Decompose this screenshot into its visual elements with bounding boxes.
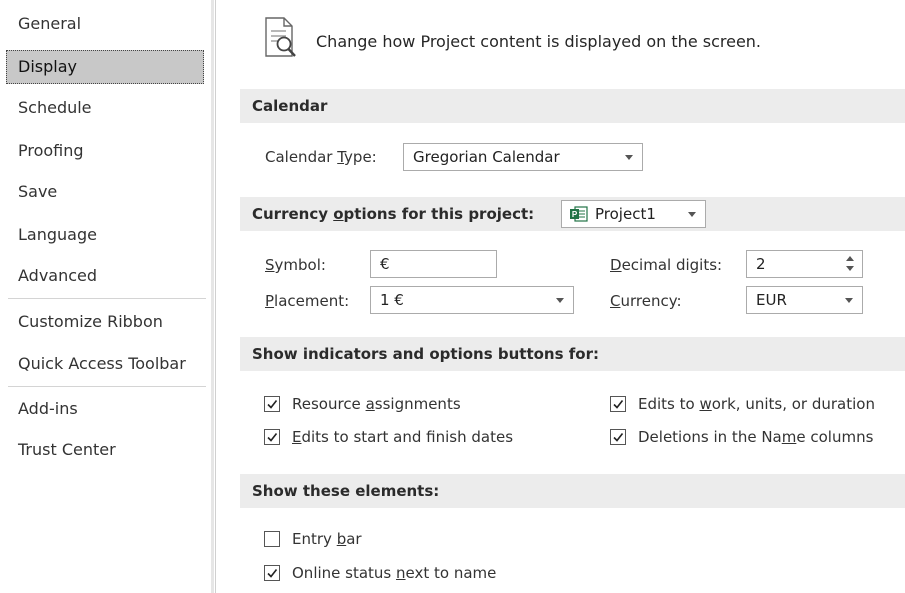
display-options-panel: Change how Project content is displayed … [216, 0, 905, 593]
currency-value: EUR [756, 291, 787, 309]
edits-start-finish-checkbox[interactable] [264, 429, 280, 445]
chevron-down-icon [625, 155, 633, 160]
chevron-down-icon [688, 212, 696, 217]
project-file-icon: P [570, 206, 588, 222]
sidebar-divider [8, 298, 206, 299]
svg-text:P: P [572, 210, 578, 219]
calendar-section-header: Calendar [240, 89, 905, 123]
sidebar-divider [8, 386, 206, 387]
sidebar-item-save[interactable]: Save [6, 175, 204, 209]
decimal-digits-stepper[interactable]: 2 [746, 250, 863, 278]
sidebar-item-schedule[interactable]: Schedule [6, 91, 204, 125]
calendar-type-label: Calendar Type: [265, 148, 377, 166]
spin-arrows-icon[interactable] [846, 256, 854, 272]
document-magnifier-icon [265, 17, 296, 57]
placement-dropdown[interactable]: 1 € [370, 286, 574, 314]
currency-label: Currency: [610, 292, 682, 310]
entry-bar-label: Entry bar [292, 530, 362, 548]
entry-bar-checkbox[interactable] [264, 531, 280, 547]
sidebar-item-quick-access-toolbar[interactable]: Quick Access Toolbar [6, 347, 204, 381]
calendar-type-dropdown[interactable]: Gregorian Calendar [403, 143, 643, 171]
edits-work-units-checkbox[interactable] [610, 396, 626, 412]
currency-project-value: Project1 [595, 205, 656, 223]
symbol-value: € [380, 255, 390, 273]
chevron-down-icon [845, 298, 853, 303]
calendar-type-value: Gregorian Calendar [413, 148, 560, 166]
decimal-digits-value: 2 [756, 255, 766, 273]
resource-assignments-checkbox[interactable] [264, 396, 280, 412]
elements-section-header: Show these elements: [240, 474, 905, 508]
sidebar-item-language[interactable]: Language [6, 218, 204, 252]
intro-text: Change how Project content is displayed … [316, 32, 762, 51]
chevron-down-icon [556, 298, 564, 303]
decimal-digits-label: Decimal digits: [610, 256, 723, 274]
placement-value: 1 € [380, 291, 404, 309]
sidebar-item-add-ins[interactable]: Add-ins [6, 392, 204, 426]
sidebar-item-proofing[interactable]: Proofing [6, 134, 204, 168]
placement-label: Placement: [265, 292, 350, 310]
options-sidebar: General Display Schedule Proofing Save L… [0, 0, 210, 593]
symbol-input[interactable]: € [370, 250, 497, 278]
edits-start-finish-label: Edits to start and finish dates [292, 428, 514, 446]
sidebar-splitter [211, 0, 214, 593]
sidebar-item-trust-center[interactable]: Trust Center [6, 433, 204, 467]
deletions-name-checkbox[interactable] [610, 429, 626, 445]
symbol-label: Symbol: [265, 256, 326, 274]
online-status-label: Online status next to name [292, 564, 497, 582]
resource-assignments-label: Resource assignments [292, 395, 461, 413]
indicators-section-header: Show indicators and options buttons for: [240, 337, 905, 371]
sidebar-item-customize-ribbon[interactable]: Customize Ribbon [6, 305, 204, 339]
currency-project-dropdown[interactable]: P Project1 [561, 200, 706, 228]
online-status-checkbox[interactable] [264, 565, 280, 581]
sidebar-item-advanced[interactable]: Advanced [6, 259, 204, 293]
edits-work-units-label: Edits to work, units, or duration [638, 395, 875, 413]
sidebar-item-display[interactable]: Display [6, 50, 204, 84]
currency-dropdown[interactable]: EUR [746, 286, 863, 314]
deletions-name-label: Deletions in the Name columns [638, 428, 874, 446]
sidebar-item-general[interactable]: General [6, 7, 204, 41]
